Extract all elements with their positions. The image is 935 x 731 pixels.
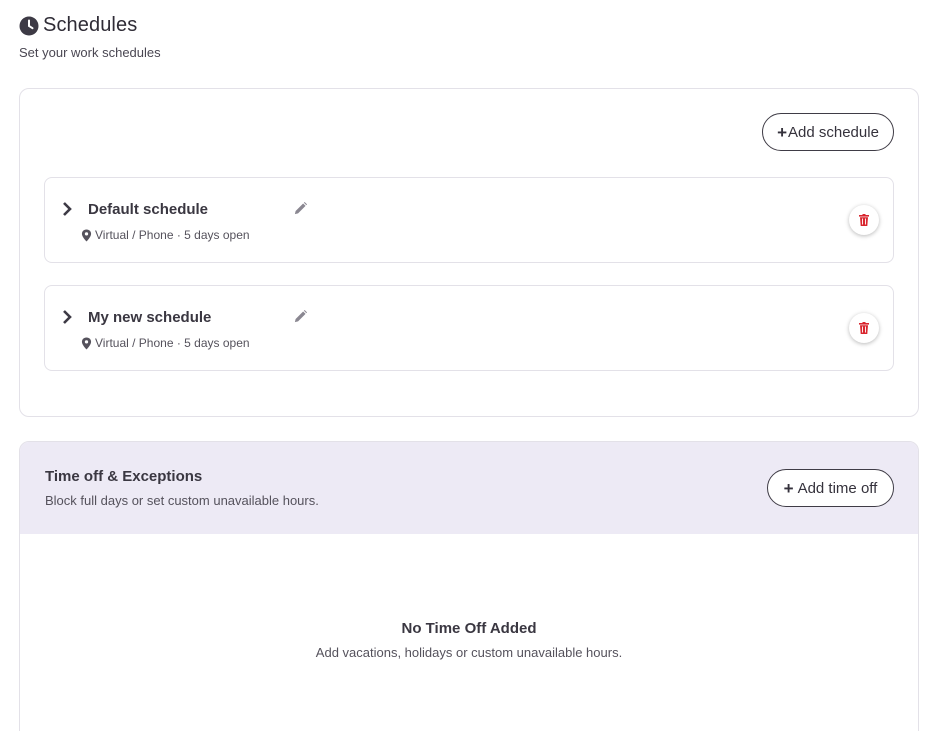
pencil-icon[interactable] [293, 309, 308, 324]
add-schedule-label: Add schedule [788, 123, 879, 141]
clock-icon [19, 16, 39, 36]
delete-schedule-button[interactable] [849, 205, 879, 235]
time-off-subtitle: Block full days or set custom unavailabl… [45, 493, 319, 508]
add-time-off-label: Add time off [797, 479, 878, 497]
schedule-meta: Virtual / Phone · 5 days open [81, 336, 250, 350]
schedule-name: Default schedule [88, 201, 209, 218]
add-time-off-button[interactable]: + Add time off [767, 469, 894, 507]
chevron-right-icon[interactable] [60, 200, 74, 218]
chevron-right-icon[interactable] [60, 308, 74, 326]
trash-icon [859, 214, 869, 226]
schedule-item[interactable]: Default schedule Virtual / Phone · 5 day… [44, 177, 894, 263]
schedule-meta-text: Virtual / Phone · 5 days open [95, 336, 250, 350]
pencil-icon[interactable] [293, 201, 308, 216]
empty-state-subtitle: Add vacations, holidays or custom unavai… [315, 645, 623, 660]
map-pin-icon [81, 337, 92, 350]
add-schedule-button[interactable]: + Add schedule [762, 113, 894, 151]
time-off-card: Time off & Exceptions Block full days or… [19, 441, 919, 731]
empty-state-title: No Time Off Added [401, 620, 537, 637]
time-off-header: Time off & Exceptions Block full days or… [20, 442, 918, 534]
schedules-card: + Add schedule Default schedule Virtual … [19, 88, 919, 417]
page-subtitle: Set your work schedules [19, 45, 161, 60]
plus-icon: + [783, 478, 794, 498]
title-row: Schedules [19, 14, 161, 37]
schedule-item[interactable]: My new schedule Virtual / Phone · 5 days… [44, 285, 894, 371]
page-title: Schedules [43, 14, 138, 36]
map-pin-icon [81, 229, 92, 242]
schedule-name: My new schedule [88, 309, 212, 326]
trash-icon [859, 322, 869, 334]
time-off-title: Time off & Exceptions [45, 468, 203, 485]
page-header: Schedules Set your work schedules [19, 14, 161, 60]
schedule-meta: Virtual / Phone · 5 days open [81, 228, 250, 242]
schedule-meta-text: Virtual / Phone · 5 days open [95, 228, 250, 242]
delete-schedule-button[interactable] [849, 313, 879, 343]
plus-icon: + [777, 122, 788, 142]
